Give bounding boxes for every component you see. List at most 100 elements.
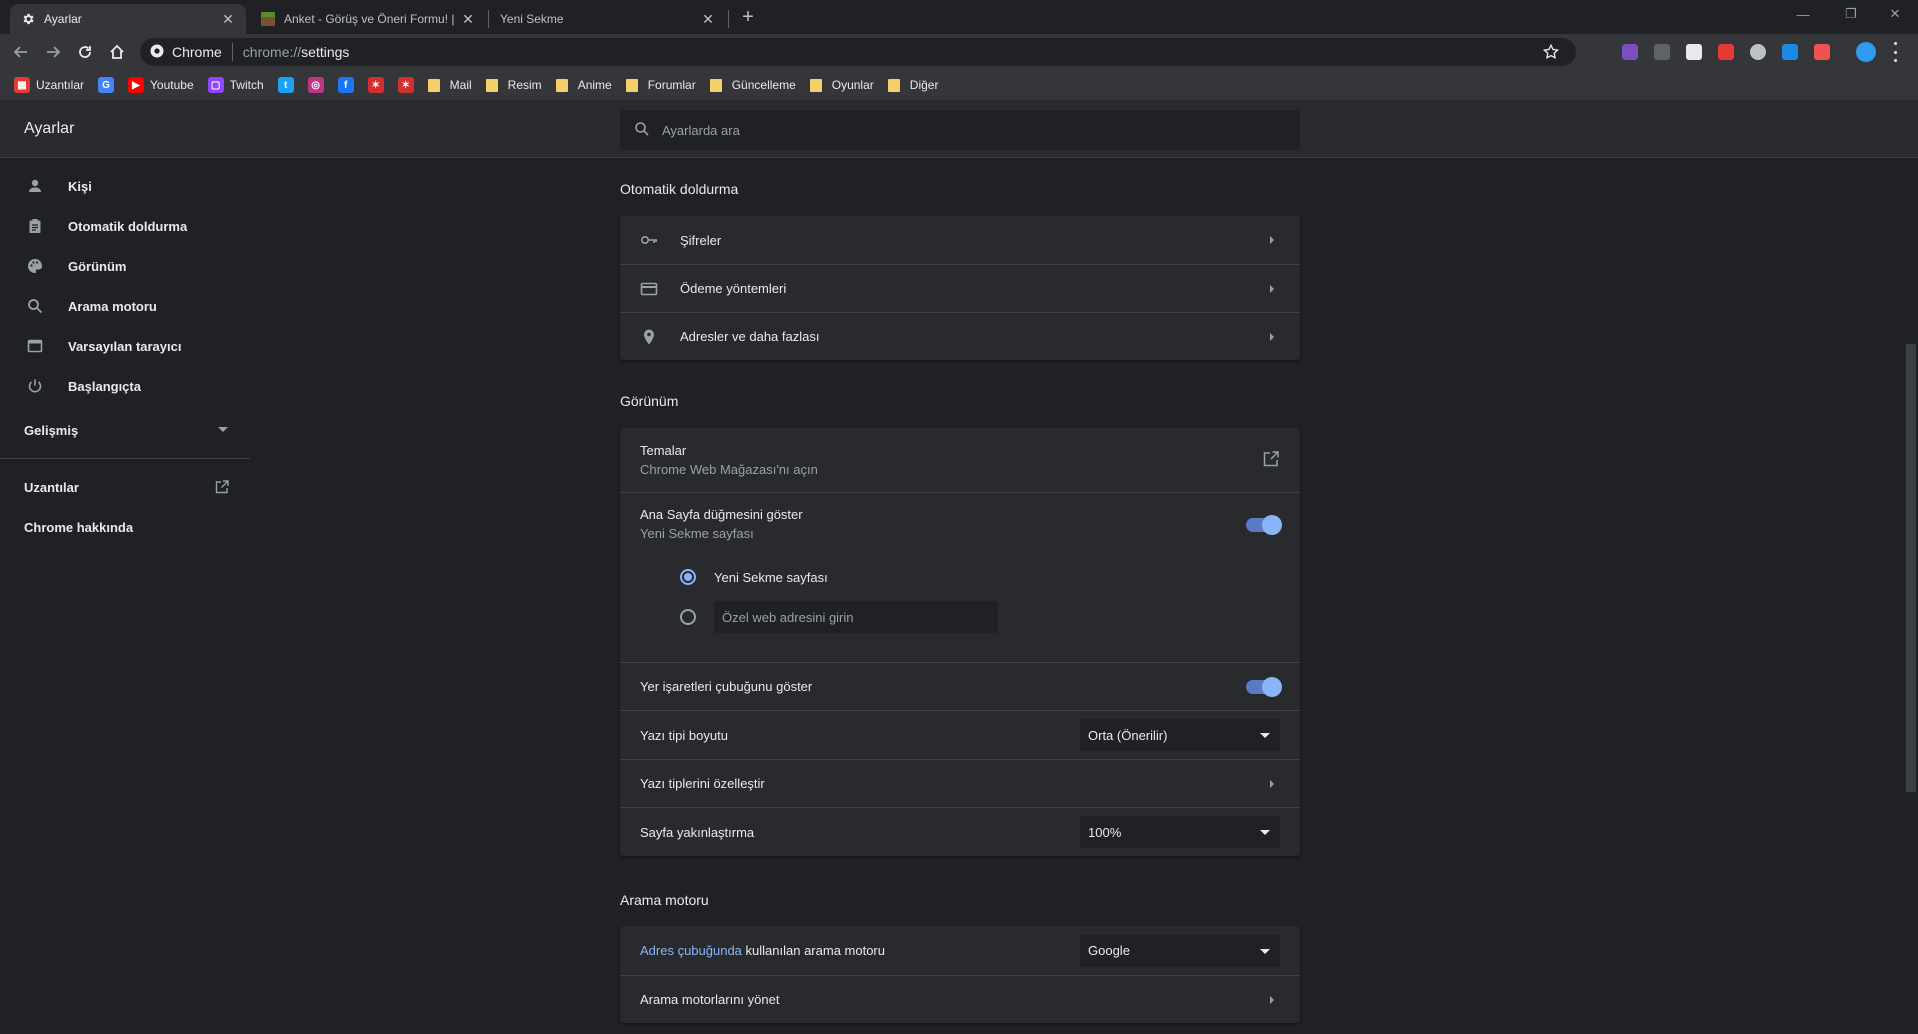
section-title-autofill: Otomatik doldurma (620, 181, 739, 197)
sidebar-item-label: Uzantılar (24, 479, 79, 495)
sidebar-item-person[interactable]: Kişi (0, 166, 250, 206)
home-button-toggle[interactable] (1246, 515, 1282, 535)
tab-survey[interactable]: Anket - Görüş ve Öneri Formu! | ✕ (250, 4, 486, 34)
radio-option-newtab[interactable]: Yeni Sekme sayfası (620, 557, 1300, 597)
search-input[interactable] (662, 122, 1262, 138)
sidebar-item-on-startup[interactable]: Başlangıçta (0, 366, 250, 406)
close-icon[interactable]: ✕ (220, 11, 236, 27)
address-bar-link[interactable]: Adres çubuğunda (640, 943, 742, 958)
sidebar-item-about-chrome[interactable]: Chrome hakkında (0, 507, 250, 547)
radio-unchecked-icon[interactable] (680, 609, 696, 625)
restore-button[interactable]: ❐ (1828, 0, 1874, 28)
appearance-row-page-zoom: Sayfa yakınlaştırma 100% (620, 807, 1300, 856)
autofill-row-passwords[interactable]: Şifreler (620, 216, 1300, 264)
settings-search[interactable] (620, 110, 1300, 150)
bookmark-folder-forumlar[interactable]: Forumlar (625, 75, 696, 95)
extension-feather-icon[interactable] (1622, 44, 1638, 60)
bookmark-folder-mail[interactable]: Mail (427, 75, 472, 95)
bookmarks-bar-toggle[interactable] (1246, 676, 1282, 697)
close-icon[interactable]: ✕ (700, 11, 716, 27)
scrollbar-thumb[interactable] (1906, 344, 1916, 792)
bookmark-folder-diger[interactable]: Diğer (887, 75, 939, 95)
bookmark-label: Youtube (150, 78, 194, 92)
sidebar-item-autofill[interactable]: Otomatik doldurma (0, 206, 250, 246)
person-icon (26, 177, 44, 195)
row-label: Ödeme yöntemleri (680, 281, 787, 296)
extension-glasses-icon[interactable] (1654, 44, 1670, 60)
extension-gift-icon[interactable] (1814, 44, 1830, 60)
bookmark-runner-2[interactable]: ✶ (397, 75, 414, 95)
bookmark-twitch[interactable]: ▢ Twitch (207, 75, 264, 95)
appearance-row-bookmarks-bar[interactable]: Yer işaretleri çubuğunu göster (620, 662, 1300, 710)
page-zoom-select[interactable]: 100% (1080, 816, 1280, 848)
bookmark-folder-resim[interactable]: Resim (485, 75, 542, 95)
extension-s-icon[interactable] (1782, 44, 1798, 60)
extension-ublock-icon[interactable] (1718, 44, 1734, 60)
extension-block-icon[interactable] (1750, 44, 1766, 60)
bookmark-youtube[interactable]: ▶ Youtube (128, 75, 194, 95)
bookmark-twitter[interactable]: t (277, 75, 294, 95)
address-bar[interactable]: Chrome chrome://settings (140, 38, 1576, 66)
search-engine-card: Adres çubuğunda kullanılan arama motoru … (620, 926, 1300, 1023)
tab-new-tab[interactable]: Yeni Sekme ✕ (490, 4, 726, 34)
bookmark-runner-1[interactable]: ✶ (367, 75, 384, 95)
radio-label: Yeni Sekme sayfası (714, 569, 828, 585)
row-label: Sayfa yakınlaştırma (640, 824, 755, 840)
profile-avatar[interactable] (1856, 42, 1876, 62)
appearance-row-customize-fonts[interactable]: Yazı tiplerini özelleştir (620, 759, 1300, 807)
arrow-right-icon (47, 46, 61, 58)
bookmark-translate[interactable]: G (98, 75, 115, 95)
open-in-new-icon[interactable] (1262, 450, 1280, 471)
sidebar-item-extensions[interactable]: Uzantılar (0, 467, 250, 507)
new-tab-button[interactable]: + (736, 6, 760, 30)
tab-title: Yeni Sekme (500, 12, 564, 26)
appearance-card: Temalar Chrome Web Mağazası'nı açın Ana … (620, 428, 1300, 856)
key-icon (640, 231, 658, 249)
row-sublabel: Yeni Sekme sayfası (640, 526, 754, 541)
search-engine-row-manage[interactable]: Arama motorlarını yönet (620, 975, 1300, 1023)
bookmark-star-icon[interactable] (1542, 43, 1560, 61)
font-size-select[interactable]: Orta (Önerilir) (1080, 719, 1280, 751)
arrow-left-icon (13, 46, 27, 58)
minimize-button[interactable]: — (1780, 0, 1826, 28)
autofill-row-payment[interactable]: Ödeme yöntemleri (620, 264, 1300, 312)
sidebar-item-default-browser[interactable]: Varsayılan tarayıcı (0, 326, 250, 366)
clipboard-icon (26, 217, 44, 235)
home-button-text: Ana Sayfa düğmesini göster Yeni Sekme sa… (640, 507, 803, 541)
close-icon[interactable]: ✕ (460, 11, 476, 27)
select-value: Orta (Önerilir) (1088, 727, 1168, 743)
custom-url-input[interactable] (714, 601, 998, 633)
row-sublabel: Chrome Web Mağazası'nı açın (640, 462, 818, 477)
url-path: settings (301, 44, 350, 60)
bookmark-label: Diğer (909, 78, 939, 92)
bookmark-instagram[interactable]: ◎ (307, 75, 324, 95)
window-close-button[interactable]: ✕ (1872, 0, 1918, 28)
forward-button[interactable] (40, 39, 66, 65)
page-title: Ayarlar (24, 120, 75, 137)
settings-sidebar: Kişi Otomatik doldurma Görünüm Arama mot… (0, 166, 250, 547)
sidebar-item-appearance[interactable]: Görünüm (0, 246, 250, 286)
more-menu-icon[interactable] (1892, 42, 1898, 62)
appearance-row-themes[interactable]: Temalar Chrome Web Mağazası'nı açın (620, 428, 1300, 492)
bookmark-folder-anime[interactable]: Anime (555, 75, 612, 95)
sidebar-advanced-toggle[interactable]: Gelişmiş (0, 406, 250, 454)
home-button[interactable] (104, 39, 130, 65)
radio-checked-icon[interactable] (680, 569, 696, 585)
sidebar-item-label: Gelişmiş (24, 422, 79, 438)
radio-option-custom-url[interactable] (620, 597, 1300, 637)
tab-settings[interactable]: Ayarlar ✕ (10, 4, 246, 34)
tab-separator (488, 10, 489, 28)
autofill-row-addresses[interactable]: Adresler ve daha fazlası (620, 312, 1300, 360)
bookmark-extensions[interactable]: ▦ Uzantılar (14, 75, 84, 95)
back-button[interactable] (8, 39, 34, 65)
extension-shield-icon[interactable] (1686, 44, 1702, 60)
reload-button[interactable] (72, 39, 98, 65)
bookmark-folder-oyunlar[interactable]: Oyunlar (809, 75, 874, 95)
search-engine-select[interactable]: Google (1080, 934, 1280, 967)
bookmark-facebook[interactable]: f (337, 75, 354, 95)
bookmark-label: Mail (449, 78, 472, 92)
row-label: Arama motorlarını yönet (640, 992, 780, 1007)
bookmark-folder-guncelleme[interactable]: Güncelleme (709, 75, 796, 95)
sidebar-item-search-engine[interactable]: Arama motoru (0, 286, 250, 326)
search-engine-row-address-bar: Adres çubuğunda kullanılan arama motoru … (620, 926, 1300, 975)
